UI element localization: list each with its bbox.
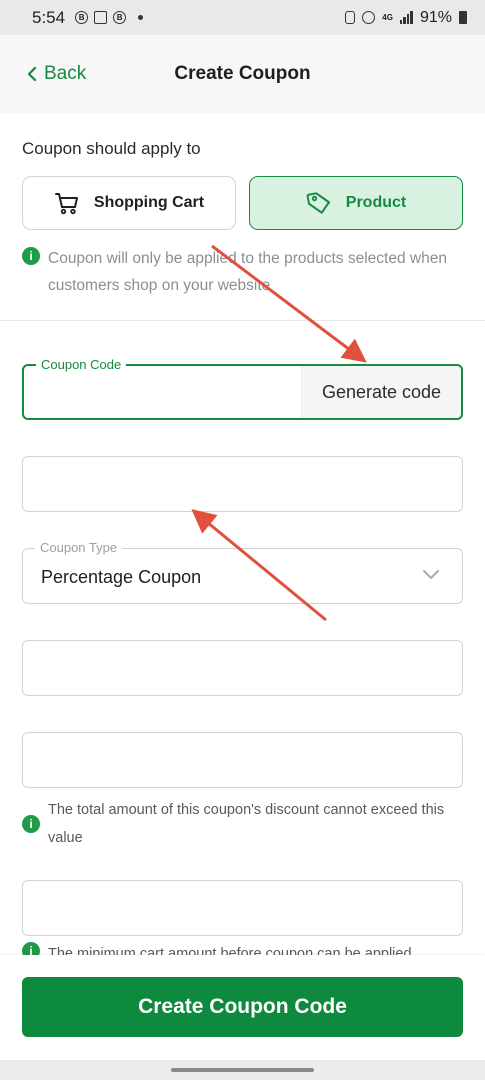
apply-product-button[interactable]: Product: [249, 176, 463, 230]
app-notification-icon: B: [75, 11, 89, 24]
info-icon: i: [22, 247, 40, 265]
hotspot-icon: [362, 11, 376, 24]
coupon-type-select[interactable]: Coupon Type Percentage Coupon: [22, 540, 463, 604]
max-discount-input[interactable]: [23, 733, 462, 787]
coupon-code-label: Coupon Code: [36, 357, 127, 373]
coupon-value-input[interactable]: [23, 641, 462, 695]
bottom-action-bar: Create Coupon Code: [0, 955, 485, 1060]
coupon-name-input[interactable]: [23, 457, 462, 511]
min-cart-input[interactable]: [23, 881, 462, 935]
system-nav-bar: [0, 1060, 485, 1080]
chevron-down-icon: [423, 570, 439, 579]
cart-icon: [54, 193, 78, 215]
coupon-type-value: Percentage Coupon: [41, 567, 202, 587]
apply-shopping-cart-label: Shopping Cart: [93, 194, 205, 211]
battery-percent: 91%: [419, 8, 452, 26]
coupon-code-input[interactable]: [24, 366, 304, 418]
image-notification-icon: [94, 11, 108, 24]
min-cart-field: [22, 880, 463, 936]
status-left: 5:54 B B: [32, 7, 144, 28]
apply-product-label: Product: [345, 194, 407, 211]
signal-icon: [399, 11, 413, 24]
coupon-value-field: [22, 640, 463, 696]
network-type-label: 4G: [382, 12, 393, 22]
tag-icon: [306, 192, 330, 214]
max-discount-info: i The total amount of this coupon's disc…: [22, 796, 462, 852]
info-icon: i: [22, 815, 40, 833]
app-notification-icon-2: B: [113, 11, 127, 24]
app-header: Back Create Coupon: [0, 35, 485, 113]
more-notifications-icon: [138, 15, 144, 20]
status-right: 4G 91%: [345, 9, 467, 27]
apply-info: i Coupon will only be applied to the pro…: [22, 245, 477, 299]
coupon-code-field: Coupon Code Generate code: [22, 357, 463, 420]
coupon-type-label: Coupon Type: [35, 540, 123, 556]
generate-code-button[interactable]: Generate code: [301, 366, 461, 418]
sim-icon: [345, 11, 356, 24]
page-title: Create Coupon: [174, 63, 311, 84]
apply-section-label: Coupon should apply to: [22, 139, 201, 158]
battery-icon: [459, 11, 467, 24]
apply-shopping-cart-button[interactable]: Shopping Cart: [22, 176, 236, 230]
status-time: 5:54: [32, 7, 66, 27]
home-gesture-handle[interactable]: [171, 1068, 314, 1072]
max-discount-info-text: The total amount of this coupon's discou…: [48, 802, 445, 846]
coupon-name-field: [22, 456, 463, 512]
max-discount-field: [22, 732, 463, 788]
section-divider: [0, 320, 485, 321]
status-bar: 5:54 B B 4G 91%: [0, 0, 485, 35]
apply-info-text: Coupon will only be applied to the produ…: [48, 250, 447, 294]
create-coupon-button[interactable]: Create Coupon Code: [22, 977, 463, 1037]
